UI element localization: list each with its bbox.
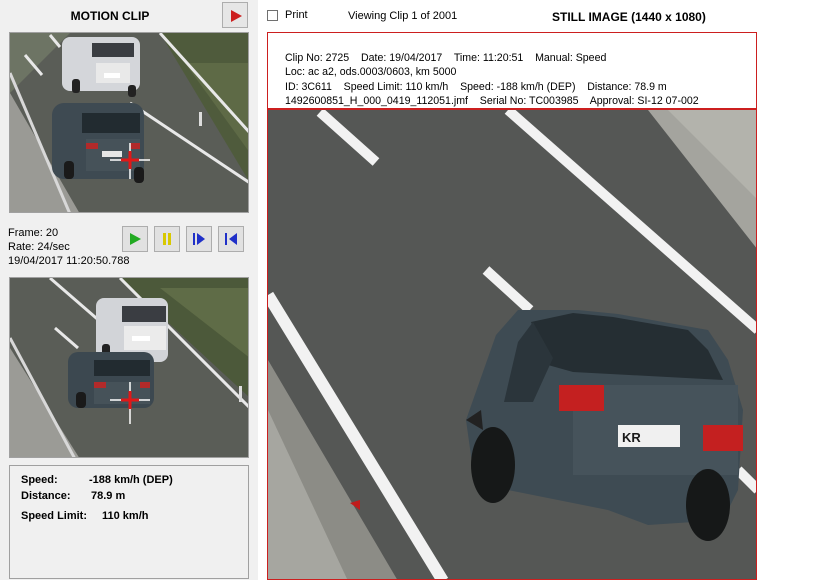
step-back-button[interactable] xyxy=(218,226,244,252)
still-toolbar xyxy=(258,0,840,32)
print-checkbox[interactable] xyxy=(267,10,278,21)
meta-line-location: Loc: ac a2, ods.0003/0603, km 5000 xyxy=(285,66,457,79)
speed-label: Speed: xyxy=(21,474,58,486)
meta-line-file: 1492600851_H_000_0419_112051.jmf Serial … xyxy=(285,94,699,107)
distance-label: Distance: xyxy=(21,490,71,502)
clip-counter: Viewing Clip 1 of 2001 xyxy=(348,10,458,22)
meta-line-clip: Clip No: 2725 Date: 19/04/2017 Time: 11:… xyxy=(285,52,607,64)
play-clip-button[interactable] xyxy=(222,2,248,28)
motion-frame-top[interactable] xyxy=(9,32,249,213)
speed-limit-label: Speed Limit: xyxy=(21,510,88,522)
step-back-icon xyxy=(225,233,237,245)
measurement-summary: Speed: -188 km/h (DEP) Distance: 78.9 m … xyxy=(9,465,249,579)
still-photo[interactable]: KR xyxy=(268,110,757,580)
still-image-title: STILL IMAGE (1440 x 1080) xyxy=(552,10,706,24)
play-red-icon xyxy=(231,10,242,22)
speed-value: -188 km/h (DEP) xyxy=(89,474,173,486)
meta-line-measurement: ID: 3C611 Speed Limit: 110 km/h Speed: -… xyxy=(285,80,667,93)
motion-frame-bottom[interactable] xyxy=(9,277,249,458)
pause-icon xyxy=(163,233,171,245)
print-label[interactable]: Print xyxy=(285,9,308,21)
play-button[interactable] xyxy=(122,226,148,252)
pause-button[interactable] xyxy=(154,226,180,252)
frame-info: Frame: 20 Rate: 24/sec 19/04/2017 11:20:… xyxy=(8,226,130,268)
distance-value: 78.9 m xyxy=(91,490,126,502)
still-metadata: Clip No: 2725 Date: 19/04/2017 Time: 11:… xyxy=(268,33,756,110)
frame-number: Frame: 20 xyxy=(8,227,59,239)
motion-clip-title: MOTION CLIP xyxy=(70,9,150,23)
speed-limit-value: 110 km/h xyxy=(102,510,149,522)
motion-clip-panel: MOTION CLIP Frame: 20 Rate: 24/sec 19/04… xyxy=(0,0,258,580)
still-image-panel: Clip No: 2725 Date: 19/04/2017 Time: 11:… xyxy=(267,32,757,580)
license-plate-text: KR xyxy=(622,430,641,445)
frame-rate: Rate: 24/sec xyxy=(8,241,70,253)
frame-timestamp: 19/04/2017 11:20:50.788 xyxy=(8,255,130,267)
play-icon xyxy=(130,233,141,245)
step-forward-icon xyxy=(193,233,205,245)
step-forward-button[interactable] xyxy=(186,226,212,252)
